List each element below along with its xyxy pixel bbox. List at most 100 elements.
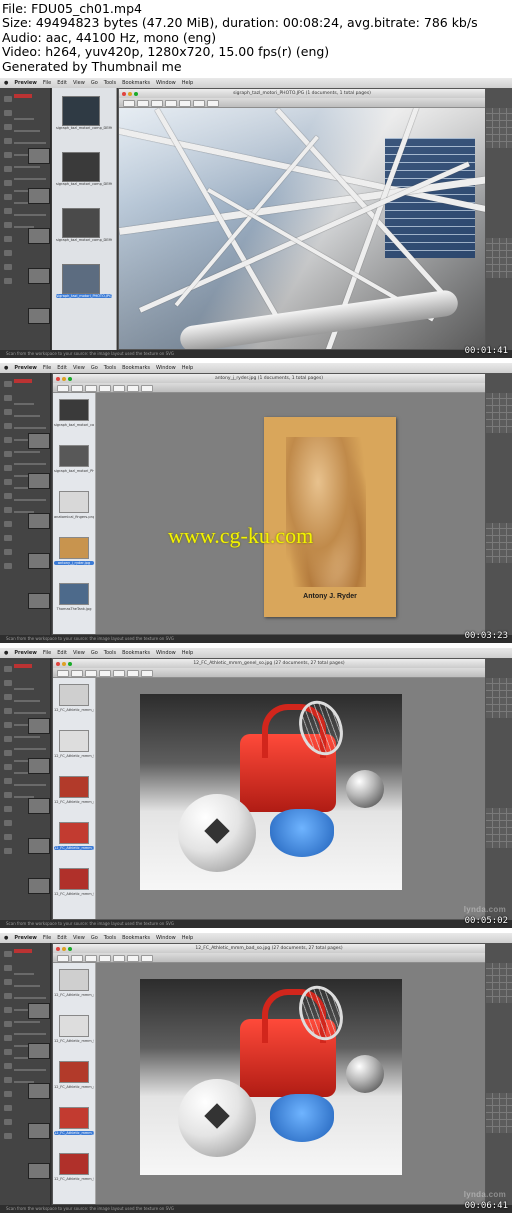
sidebar-thumbnail[interactable] [59,399,89,421]
tool-icon[interactable] [4,708,12,714]
menu-item[interactable]: Go [91,80,98,86]
menu-item[interactable]: File [43,935,51,941]
toolbar-button[interactable] [151,100,163,107]
tool-icon[interactable] [4,951,12,957]
toolbar-button[interactable] [113,385,125,392]
menu-item[interactable]: Window [156,365,176,371]
toolbar-button[interactable] [85,670,97,677]
window-control-icon[interactable] [56,377,60,381]
apple-icon[interactable]: ● [4,80,8,86]
toolbar-button[interactable] [99,955,111,962]
tool-icon[interactable] [4,549,12,555]
window-title-bar[interactable]: 12_FC_Athletic_mmm_genel_so.jpg (27 docu… [53,659,485,668]
thumbnail-label[interactable]: sigraph_tazl_motori_comp_DEMO_2.jpg [56,182,112,186]
menu-app-name[interactable]: Preview [14,935,37,941]
window-control-icon[interactable] [62,662,66,666]
tool-icon[interactable] [4,479,12,485]
menu-item[interactable]: View [73,935,85,941]
tool-icon[interactable] [4,764,12,770]
tool-icon[interactable] [4,666,12,672]
toolbar-button[interactable] [179,100,191,107]
menu-app-name[interactable]: Preview [14,80,37,86]
tool-icon[interactable] [4,264,12,270]
window-traffic-lights[interactable] [56,946,74,953]
sidebar-thumbnail[interactable] [59,822,89,844]
tool-icon[interactable] [4,278,12,284]
sidebar-thumbnail[interactable] [59,684,89,706]
sidebar-thumbnail[interactable] [59,1061,89,1083]
sidebar-thumbnail[interactable] [59,491,89,513]
tool-icon[interactable] [4,834,12,840]
thumbnail-label[interactable]: 12_FC_Athletic_mmm_tiacpack.nbs [54,1177,94,1181]
toolbar-button[interactable] [57,385,69,392]
sidebar-thumbnail[interactable] [59,776,89,798]
tool-icon[interactable] [4,521,12,527]
tool-icon[interactable] [4,563,12,569]
tool-icon[interactable] [4,750,12,756]
sidebar-thumbnail[interactable] [59,583,89,605]
toolbar-button[interactable] [113,670,125,677]
tool-icon[interactable] [4,381,12,387]
window-control-icon[interactable] [56,947,60,951]
tool-icon[interactable] [4,166,12,172]
tool-icon[interactable] [4,409,12,415]
tool-icon[interactable] [4,451,12,457]
toolbar-button[interactable] [127,955,139,962]
window-control-icon[interactable] [68,662,72,666]
tool-icon[interactable] [4,110,12,116]
tool-icon[interactable] [4,1105,12,1111]
menu-item[interactable]: Window [156,935,176,941]
menu-item[interactable]: Bookmarks [122,365,150,371]
sidebar-thumbnail[interactable] [62,264,100,294]
sidebar-thumbnail[interactable] [59,969,89,991]
tool-icon[interactable] [4,694,12,700]
tool-icon[interactable] [4,1077,12,1083]
toolbar-button[interactable] [193,100,205,107]
tool-icon[interactable] [4,437,12,443]
sidebar-thumbnail[interactable] [59,537,89,559]
sidebar-thumbnail[interactable] [59,1107,89,1129]
thumbnail-label[interactable]: sigraph_tazl_motori_PHOTO.JPG [56,294,112,298]
toolbar-button[interactable] [85,385,97,392]
toolbar-button[interactable] [141,670,153,677]
menu-item[interactable]: Window [156,80,176,86]
tool-icon[interactable] [4,1063,12,1069]
apple-icon[interactable]: ● [4,935,8,941]
tool-icon[interactable] [4,736,12,742]
thumbnail-label[interactable]: antony_j_ryder.jpg [54,561,94,565]
sidebar-thumbnail[interactable] [59,730,89,752]
toolbar-button[interactable] [137,100,149,107]
thumbnail-label[interactable]: sigraph_tazl_motori_comp_DEMO_1.jpg [56,126,112,130]
tool-icon[interactable] [4,152,12,158]
menu-item[interactable]: View [73,365,85,371]
thumbnail-label[interactable]: sigraph_tazl_motori_comp_DEMO_3 [54,423,94,427]
tool-icon[interactable] [4,792,12,798]
tool-icon[interactable] [4,222,12,228]
menu-item[interactable]: Tools [104,80,116,86]
window-control-icon[interactable] [128,92,132,96]
tool-icon[interactable] [4,1007,12,1013]
menu-item[interactable]: File [43,80,51,86]
tool-icon[interactable] [4,465,12,471]
window-title-bar[interactable]: 12_FC_Athletic_mmm_bad_so.jpg (27 docume… [53,944,485,953]
tool-icon[interactable] [4,208,12,214]
menu-item[interactable]: Window [156,650,176,656]
tool-icon[interactable] [4,194,12,200]
menu-item[interactable]: Help [182,935,193,941]
thumbnail-label[interactable]: 12_FC_Athletic_mmm_tiacpack.nbs [54,892,94,896]
tool-icon[interactable] [4,1133,12,1139]
tool-icon[interactable] [4,493,12,499]
tool-icon[interactable] [4,1021,12,1027]
window-control-icon[interactable] [62,377,66,381]
tool-icon[interactable] [4,993,12,999]
toolbar-button[interactable] [99,670,111,677]
window-control-icon[interactable] [122,92,126,96]
sidebar-thumbnail[interactable] [59,1153,89,1175]
tool-icon[interactable] [4,423,12,429]
toolbar-button[interactable] [127,670,139,677]
tool-icon[interactable] [4,820,12,826]
sidebar-thumbnail[interactable] [59,445,89,467]
sidebar-thumbnail[interactable] [62,152,100,182]
window-traffic-lights[interactable] [56,376,74,383]
menu-item[interactable]: Help [182,650,193,656]
